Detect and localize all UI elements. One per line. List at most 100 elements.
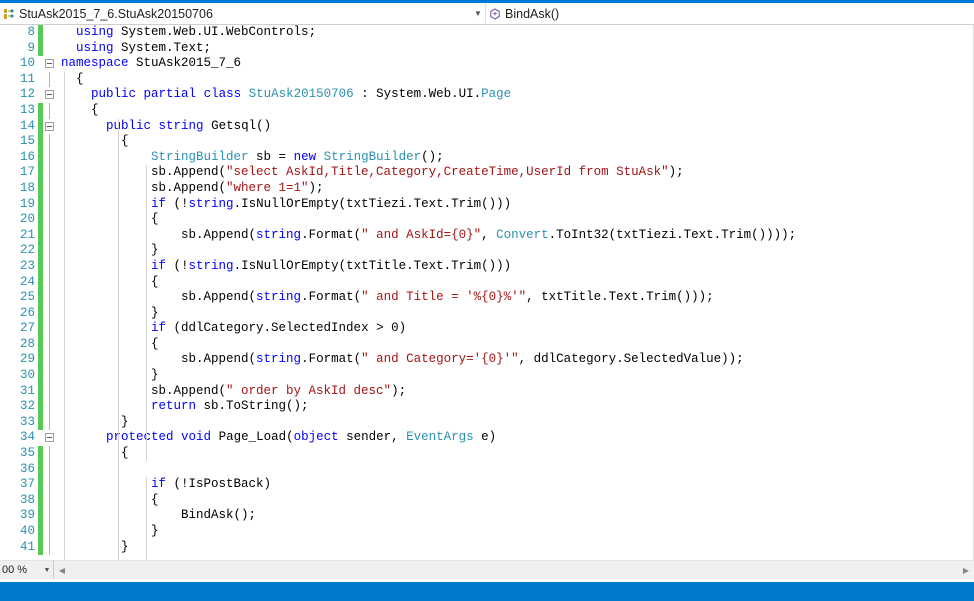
fold-guide <box>43 321 57 337</box>
code-text: { <box>61 134 129 149</box>
code-text: protected void Page_Load(object sender, … <box>106 430 497 445</box>
code-text: sb.Append(string.Format(" and AskId={0}"… <box>61 227 797 242</box>
code-line[interactable]: 36 <box>0 461 973 478</box>
fold-guide <box>43 336 57 353</box>
fold-guide <box>43 368 57 384</box>
code-editor[interactable]: 8 using System.Web.UI.WebControls; 9 usin… <box>0 25 974 560</box>
collapse-toggle-icon[interactable] <box>43 87 57 103</box>
fold-guide <box>43 274 57 291</box>
code-text: namespace StuAsk2015_7_6 <box>61 56 242 71</box>
chevron-down-icon[interactable]: ▼ <box>471 9 485 18</box>
code-line[interactable]: 24 { <box>0 274 973 291</box>
scroll-right-button[interactable]: ▶ <box>958 561 974 579</box>
code-line[interactable]: 18 sb.Append("where 1=1"); <box>0 180 973 197</box>
zoom-level-dropdown[interactable]: 00 % ▼ <box>0 561 54 579</box>
line-number: 15 <box>19 134 35 149</box>
line-number: 32 <box>19 399 35 414</box>
code-line[interactable]: 12 public partial class StuAsk20150706 :… <box>0 87 973 103</box>
code-line[interactable]: 22 } <box>0 243 973 259</box>
code-line[interactable]: 32 return sb.ToString(); <box>0 399 973 415</box>
code-text: { <box>61 102 99 117</box>
line-number: 41 <box>19 539 35 554</box>
code-text: if (!string.IsNullOrEmpty(txtTiezi.Text.… <box>151 196 512 211</box>
scroll-left-button[interactable]: ◀ <box>54 561 70 579</box>
line-number: 11 <box>19 71 35 86</box>
line-number: 22 <box>19 243 35 258</box>
line-number: 38 <box>19 492 35 507</box>
line-number: 28 <box>19 336 35 351</box>
code-line[interactable]: 33 } <box>0 414 973 431</box>
code-line[interactable]: 10 namespace StuAsk2015_7_6 <box>0 56 973 72</box>
code-line[interactable]: 25 sb.Append(string.Format(" and Title =… <box>0 290 973 306</box>
code-text: } <box>61 539 129 554</box>
code-line[interactable]: 9 using System.Text; <box>0 40 973 57</box>
code-line[interactable]: 16 StringBuilder sb = new StringBuilder(… <box>0 149 973 166</box>
code-text: } <box>61 414 129 429</box>
fold-guide <box>43 524 57 540</box>
code-text: if (ddlCategory.SelectedIndex > 0) <box>151 321 407 336</box>
code-line[interactable]: 26 } <box>0 305 973 322</box>
code-line[interactable]: 41 } <box>0 539 973 556</box>
code-line[interactable]: 20 { <box>0 212 973 228</box>
code-line[interactable]: 38 { <box>0 492 973 509</box>
line-number: 21 <box>19 227 35 242</box>
collapse-toggle-icon[interactable] <box>43 430 57 446</box>
code-line[interactable]: 37 if (!IsPostBack) <box>0 477 973 493</box>
fold-guide <box>43 25 57 41</box>
line-number: 34 <box>19 430 35 445</box>
code-line[interactable]: 11 { <box>0 71 973 88</box>
code-line[interactable]: 28 { <box>0 336 973 353</box>
code-line[interactable]: 13 { <box>0 102 973 119</box>
code-line[interactable]: 29 sb.Append(string.Format(" and Categor… <box>0 352 973 369</box>
code-line[interactable]: 30 } <box>0 368 973 384</box>
code-text: public partial class StuAsk20150706 : Sy… <box>91 87 512 102</box>
line-number: 27 <box>19 321 35 336</box>
code-lines-container[interactable]: 8 using System.Web.UI.WebControls; 9 usin… <box>0 25 973 560</box>
code-line[interactable]: 8 using System.Web.UI.WebControls; <box>0 25 973 41</box>
horizontal-scrollbar-row[interactable]: 00 % ▼ ◀ ▶ <box>0 560 974 579</box>
collapse-toggle-icon[interactable] <box>43 119 57 135</box>
fold-guide <box>43 102 57 119</box>
line-number: 20 <box>19 212 35 227</box>
member-dropdown[interactable]: BindAsk() <box>486 3 974 24</box>
fold-guide <box>43 399 57 415</box>
code-line[interactable]: 21 sb.Append(string.Format(" and AskId={… <box>0 227 973 244</box>
fold-guide <box>43 383 57 400</box>
code-text: { <box>61 492 159 507</box>
type-dropdown-value: StuAsk2015_7_6.StuAsk20150706 <box>19 6 213 21</box>
code-line[interactable]: 31 sb.Append(" order by AskId desc"); <box>0 383 973 400</box>
code-line[interactable]: 23 if (!string.IsNullOrEmpty(txtTitle.Te… <box>0 258 973 275</box>
fold-guide <box>43 352 57 369</box>
code-text: using System.Web.UI.WebControls; <box>76 25 317 39</box>
code-line[interactable]: 19 if (!string.IsNullOrEmpty(txtTiezi.Te… <box>0 196 973 213</box>
fold-guide <box>43 305 57 322</box>
line-number: 17 <box>19 165 35 180</box>
line-number: 37 <box>19 477 35 492</box>
line-number: 36 <box>19 461 35 476</box>
code-line[interactable]: 40 } <box>0 524 973 540</box>
type-dropdown[interactable]: StuAsk2015_7_6.StuAsk20150706 ▼ <box>0 3 486 24</box>
fold-guide <box>43 41 57 57</box>
code-line[interactable]: 34 protected void Page_Load(object sende… <box>0 430 973 446</box>
fold-guide <box>43 258 57 275</box>
fold-guide <box>43 492 57 509</box>
chevron-down-icon[interactable]: ▼ <box>41 567 53 574</box>
code-text: BindAsk(); <box>61 508 257 523</box>
code-line[interactable]: 15 { <box>0 134 973 150</box>
fold-guide <box>43 212 57 228</box>
fold-guide <box>43 71 57 88</box>
code-line[interactable]: 35 { <box>0 446 973 462</box>
code-text: sb.Append("where 1=1"); <box>61 180 324 195</box>
fold-guide <box>43 149 57 166</box>
horizontal-scroll-track[interactable] <box>70 561 958 579</box>
code-text: StringBuilder sb = new StringBuilder(); <box>151 149 444 164</box>
code-text: { <box>61 212 159 227</box>
collapse-toggle-icon[interactable] <box>43 56 57 72</box>
code-line[interactable]: 27 if (ddlCategory.SelectedIndex > 0) <box>0 321 973 337</box>
line-number: 39 <box>19 508 35 523</box>
member-dropdown-value: BindAsk() <box>505 6 560 21</box>
code-line[interactable]: 39 BindAsk(); <box>0 508 973 524</box>
code-line[interactable]: 14 public string Getsql() <box>0 118 973 135</box>
line-number: 35 <box>19 446 35 461</box>
code-line[interactable]: 17 sb.Append("select AskId,Title,Categor… <box>0 165 973 181</box>
